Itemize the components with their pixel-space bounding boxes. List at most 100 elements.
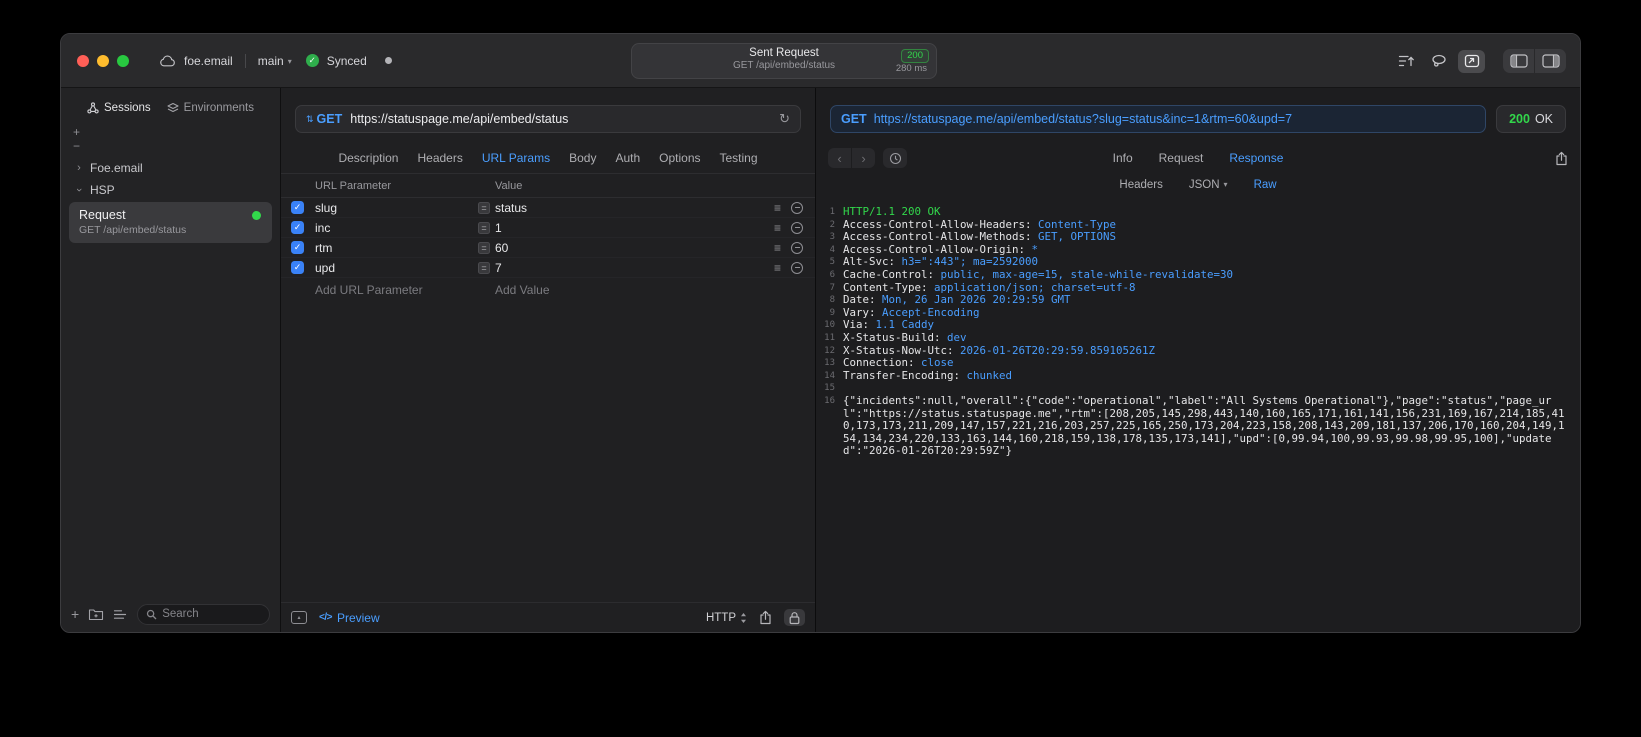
history-back-button[interactable]: [828, 148, 851, 168]
line-number: 4: [829, 244, 835, 255]
traffic-lights: [77, 54, 129, 67]
param-value-field[interactable]: status: [495, 201, 527, 215]
param-name-field[interactable]: upd: [315, 261, 478, 275]
close-window-button[interactable]: [77, 54, 89, 67]
pill-title: Sent Request: [749, 47, 819, 59]
reorder-handle-icon[interactable]: [774, 241, 781, 255]
remove-param-icon[interactable]: [791, 201, 803, 214]
header-value: Content-Type: [1038, 217, 1117, 231]
lock-icon[interactable]: [784, 609, 805, 626]
param-value-field[interactable]: 7: [495, 261, 502, 275]
request-url-input[interactable]: https://statuspage.me/api/embed/status: [350, 112, 771, 126]
tab-environments-label: Environments: [183, 102, 254, 114]
param-row: rtm 60: [281, 238, 815, 258]
toggle-left-panel-icon[interactable]: [1503, 49, 1534, 73]
param-value-field[interactable]: 60: [495, 241, 508, 255]
main-content: Sessions Environments Foe.email: [61, 88, 1580, 632]
sessions-icon: [87, 102, 99, 114]
sent-request-url[interactable]: GET https://statuspage.me/api/embed/stat…: [830, 105, 1487, 133]
line-number: 5: [829, 257, 835, 268]
header-value: public, max-age=15, stale-while-revalida…: [940, 267, 1234, 281]
tab-headers[interactable]: Headers: [417, 151, 462, 165]
add-param-value-placeholder[interactable]: Add Value: [478, 283, 805, 297]
list-view-icon[interactable]: [113, 609, 128, 620]
import-window-icon[interactable]: [1458, 49, 1485, 73]
tab-sessions[interactable]: Sessions: [87, 102, 151, 114]
search-input[interactable]: [162, 608, 261, 620]
preview-button[interactable]: </> Preview: [319, 611, 380, 625]
add-param-name-placeholder[interactable]: Add URL Parameter: [315, 283, 478, 297]
param-name-field[interactable]: slug: [315, 201, 478, 215]
branch-selector[interactable]: main: [258, 54, 292, 68]
history-forward-button[interactable]: [852, 148, 875, 168]
add-request-button[interactable]: [71, 607, 79, 621]
add-item-button[interactable]: [73, 126, 280, 140]
remove-param-icon[interactable]: [791, 261, 803, 274]
param-enabled-checkbox[interactable]: [291, 261, 304, 274]
subtab-headers[interactable]: Headers: [1119, 179, 1162, 191]
project-group: foe.email main Synced: [159, 53, 392, 68]
editor-tabs: Description Headers URL Params Body Auth…: [281, 143, 815, 173]
toggle-bottom-panel-icon[interactable]: [291, 611, 307, 624]
method-selector[interactable]: GET: [306, 112, 343, 126]
stepper-icon: [740, 612, 747, 624]
protocol-selector[interactable]: HTTP: [706, 612, 747, 624]
param-name-field[interactable]: inc: [315, 221, 478, 235]
header-value: Mon, 26 Jan 2026 20:29:59 GMT: [882, 293, 1071, 307]
tab-request[interactable]: Request: [1159, 151, 1204, 165]
sent-request-pill[interactable]: Sent Request GET /api/embed/status 200 2…: [631, 43, 937, 79]
param-enabled-checkbox[interactable]: [291, 221, 304, 234]
remove-param-icon[interactable]: [791, 221, 803, 234]
share-icon[interactable]: [759, 610, 772, 625]
remove-param-icon[interactable]: [791, 241, 803, 254]
param-enabled-checkbox[interactable]: [291, 201, 304, 214]
reorder-handle-icon[interactable]: [774, 261, 781, 275]
param-value-field[interactable]: 1: [495, 221, 502, 235]
lasso-icon[interactable]: [1425, 50, 1452, 73]
param-name-field[interactable]: rtm: [315, 241, 478, 255]
remove-item-button[interactable]: [73, 140, 280, 154]
line-number: 11: [824, 332, 835, 343]
tab-url-params[interactable]: URL Params: [482, 151, 550, 165]
tree-item-hsp[interactable]: HSP: [61, 179, 280, 201]
line-number: 2: [829, 219, 835, 230]
tab-testing[interactable]: Testing: [720, 151, 758, 165]
tab-description[interactable]: Description: [338, 151, 398, 165]
minimize-window-button[interactable]: [97, 54, 109, 67]
header-name: Via:: [843, 318, 876, 332]
refresh-icon[interactable]: [779, 111, 790, 127]
tree-item-foe-email[interactable]: Foe.email: [61, 157, 280, 179]
request-list-item[interactable]: Request GET /api/embed/status: [69, 202, 272, 243]
reorder-handle-icon[interactable]: [774, 221, 781, 235]
history-clock-button[interactable]: [883, 148, 907, 168]
tab-info[interactable]: Info: [1113, 151, 1133, 165]
project-name[interactable]: foe.email: [184, 54, 233, 68]
duration-label: 280 ms: [895, 63, 927, 74]
export-response-icon[interactable]: [1555, 151, 1568, 166]
header-value: chunked: [966, 368, 1013, 382]
zoom-window-button[interactable]: [117, 54, 129, 67]
header-value: Accept-Encoding: [882, 305, 980, 319]
subtab-json-dropdown[interactable]: JSON: [1189, 179, 1228, 191]
toggle-right-panel-icon[interactable]: [1535, 49, 1566, 73]
preview-label: Preview: [336, 610, 380, 625]
response-body[interactable]: 1 HTTP/1.1 200 OK 2 Access-Control-Allow…: [816, 197, 1580, 632]
new-folder-icon[interactable]: [88, 608, 104, 621]
history-nav-group: [828, 148, 875, 168]
request-url-bar[interactable]: GET https://statuspage.me/api/embed/stat…: [295, 105, 801, 133]
sort-lines-icon[interactable]: [1392, 50, 1419, 73]
tab-auth[interactable]: Auth: [615, 151, 640, 165]
sidebar-footer: [61, 596, 280, 632]
line-number: 8: [829, 295, 835, 306]
tab-body[interactable]: Body: [569, 151, 596, 165]
tab-response[interactable]: Response: [1229, 151, 1283, 165]
titlebar: foe.email main Synced Sent Request GET /…: [61, 34, 1580, 88]
tab-options[interactable]: Options: [659, 151, 700, 165]
header-name: Transfer-Encoding:: [843, 368, 967, 382]
subtab-raw[interactable]: Raw: [1254, 179, 1277, 191]
param-enabled-checkbox[interactable]: [291, 241, 304, 254]
reorder-handle-icon[interactable]: [774, 201, 781, 215]
tab-environments[interactable]: Environments: [167, 102, 254, 114]
line-number: 1: [829, 207, 835, 217]
search-box[interactable]: [137, 603, 270, 625]
